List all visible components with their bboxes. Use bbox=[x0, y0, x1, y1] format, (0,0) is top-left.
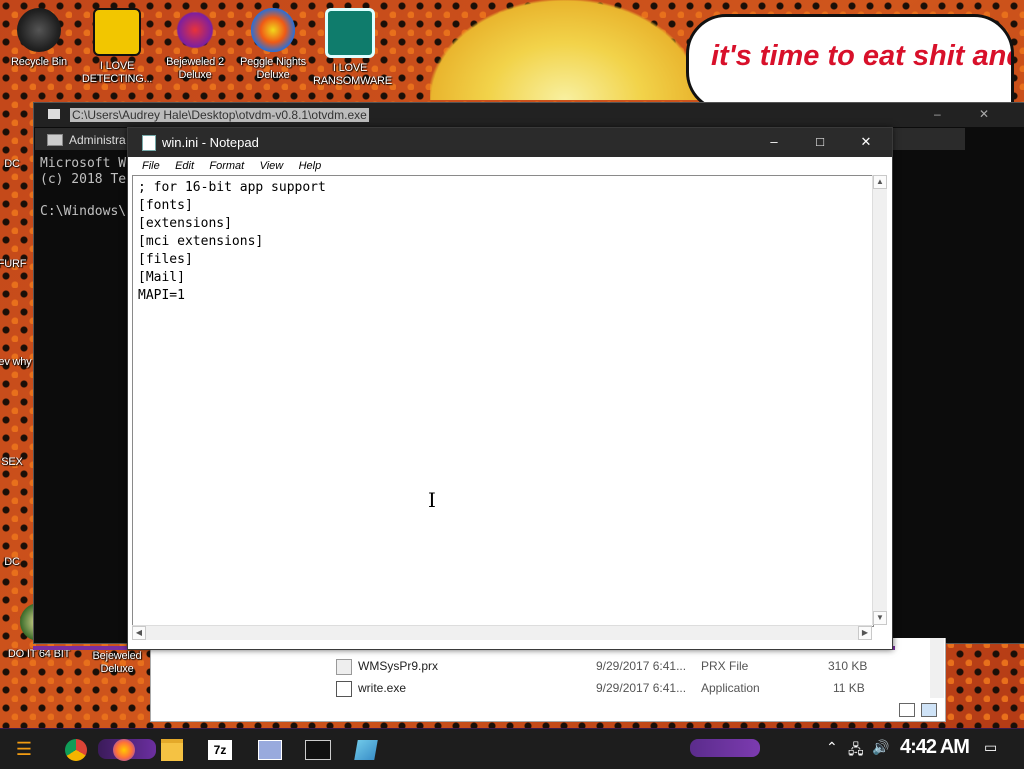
desktop-icon-bejeweled[interactable]: Bejeweled Deluxe bbox=[80, 650, 154, 676]
vertical-scrollbar[interactable]: ▲ ▼ bbox=[872, 175, 887, 625]
application-icon bbox=[336, 681, 352, 697]
menu-edit[interactable]: Edit bbox=[173, 157, 196, 175]
wallpaper-speech-bubble: it's time to eat shit and die and chew bbox=[686, 14, 1014, 112]
desktop-icon-label: I LOVE DETECTING... bbox=[81, 60, 153, 85]
window-icon bbox=[48, 109, 60, 119]
firefox-icon[interactable] bbox=[104, 733, 144, 765]
otvdm-titlebar[interactable]: C:\Users\Audrey Hale\Desktop\otvdm-v0.8.… bbox=[34, 103, 1024, 127]
write-icon[interactable] bbox=[250, 733, 290, 765]
notepad-text-area[interactable]: ; for 16-bit app support [fonts] [extens… bbox=[132, 175, 874, 627]
minimize-button[interactable]: – bbox=[752, 128, 796, 156]
notepad-content: ; for 16-bit app support [fonts] [extens… bbox=[138, 180, 326, 303]
scroll-right-icon[interactable]: ▶ bbox=[858, 626, 872, 640]
menu-view[interactable]: View bbox=[258, 157, 286, 175]
desktop-icon-bejeweled-2[interactable]: Bejeweled 2 Deluxe bbox=[158, 8, 232, 82]
cmd-line: C:\Windows\ bbox=[40, 204, 127, 219]
volume-icon[interactable]: 🔊 bbox=[872, 739, 889, 756]
explorer-statusbar bbox=[151, 699, 945, 721]
desktop-icon-de[interactable]: I LOVE DETECTING... bbox=[80, 8, 154, 86]
recycle-bin-icon bbox=[17, 8, 61, 52]
notepad-titlebar[interactable]: win.ini - Notepad – □ ✕ bbox=[128, 128, 892, 157]
chrome-icon[interactable] bbox=[56, 733, 96, 765]
file-date: 9/29/2017 6:41... bbox=[596, 659, 687, 673]
file-date: 9/29/2017 6:41... bbox=[596, 681, 687, 695]
publisher-icon bbox=[325, 8, 375, 58]
taskbar-decoration bbox=[690, 739, 760, 757]
large-icons-view-icon[interactable] bbox=[921, 703, 937, 717]
desktop-icon-label: Peggle Nights Deluxe bbox=[240, 56, 306, 81]
scroll-down-icon[interactable]: ▼ bbox=[873, 611, 887, 625]
network-icon[interactable]: 🖧 bbox=[848, 739, 864, 763]
notepad-icon bbox=[142, 135, 156, 151]
desktop-icon-label: Recycle Bin bbox=[11, 56, 67, 68]
notepad-title-text: win.ini - Notepad bbox=[162, 135, 259, 150]
desktop-icon-recycle-bin[interactable]: Recycle Bin bbox=[2, 8, 76, 69]
start-icon[interactable]: ☰ bbox=[4, 733, 44, 765]
maximize-button[interactable]: □ bbox=[798, 128, 842, 156]
menu-format[interactable]: Format bbox=[207, 157, 246, 175]
menu-help[interactable]: Help bbox=[297, 157, 324, 175]
file-name: write.exe bbox=[358, 681, 407, 695]
file-explorer-icon[interactable] bbox=[152, 733, 192, 765]
notepad-menubar: File Edit Format View Help bbox=[132, 157, 886, 175]
file-icon bbox=[336, 659, 352, 675]
wallpaper-flame bbox=[430, 0, 700, 100]
file-type: PRX File bbox=[701, 659, 749, 673]
desktop-icon-label: Bejeweled Deluxe bbox=[92, 650, 142, 675]
bejeweled-icon bbox=[173, 8, 217, 52]
cmd-output[interactable]: Microsoft W (c) 2018 Te C:\Windows\ bbox=[40, 156, 126, 220]
notepad-window[interactable]: win.ini - Notepad – □ ✕ File Edit Format… bbox=[127, 127, 893, 650]
notepad-taskbar-icon[interactable] bbox=[346, 733, 386, 765]
7zip-label: 7z bbox=[208, 740, 232, 761]
minimize-icon[interactable]: – bbox=[934, 107, 941, 121]
cmd-line: Microsoft W bbox=[40, 156, 127, 171]
horizontal-scrollbar[interactable]: ◀ ▶ bbox=[132, 625, 872, 640]
7zip-icon[interactable]: 7z bbox=[200, 733, 240, 765]
scroll-left-icon[interactable]: ◀ bbox=[132, 626, 146, 640]
menu-file[interactable]: File bbox=[140, 157, 162, 175]
cmd-title-text: Administra bbox=[69, 133, 126, 147]
cmd-taskbar-icon[interactable] bbox=[298, 733, 338, 765]
desktop-icon-label: Bejeweled 2 Deluxe bbox=[166, 56, 224, 81]
file-size: 310 KB bbox=[828, 659, 868, 673]
notification-icon[interactable]: ▭ bbox=[984, 739, 997, 756]
otvdm-title-text: C:\Users\Audrey Hale\Desktop\otvdm-v0.8.… bbox=[70, 108, 369, 122]
de-icon bbox=[93, 8, 141, 56]
close-button[interactable]: ✕ bbox=[844, 128, 888, 156]
desktop-icon-ransomware[interactable]: I LOVE RANSOMWARE bbox=[313, 8, 392, 88]
file-type: Application bbox=[701, 681, 760, 695]
clock[interactable]: 4:42 AM bbox=[900, 736, 970, 759]
chevron-up-icon[interactable]: ⌃ bbox=[826, 739, 838, 756]
scroll-up-icon[interactable]: ▲ bbox=[873, 175, 887, 189]
cmd-icon bbox=[47, 134, 63, 146]
file-name: WMSysPr9.prx bbox=[358, 659, 439, 673]
taskbar: ☰ 7z ⌃ 🖧 🔊 4:42 AM ▭ bbox=[0, 728, 1024, 769]
text-cursor-icon: I bbox=[428, 488, 436, 512]
desktop-icon-label: I LOVE RANSOMWARE bbox=[313, 62, 392, 87]
close-icon[interactable]: ✕ bbox=[979, 107, 989, 121]
speech-text: it's time to eat shit and die and chew bbox=[711, 40, 1011, 72]
desktop-icon-peggle[interactable]: Peggle Nights Deluxe bbox=[236, 8, 310, 82]
details-view-icon[interactable] bbox=[899, 703, 915, 717]
peggle-icon bbox=[251, 8, 295, 52]
cmd-line: (c) 2018 Te bbox=[40, 172, 127, 187]
file-size: 11 KB bbox=[833, 681, 865, 695]
